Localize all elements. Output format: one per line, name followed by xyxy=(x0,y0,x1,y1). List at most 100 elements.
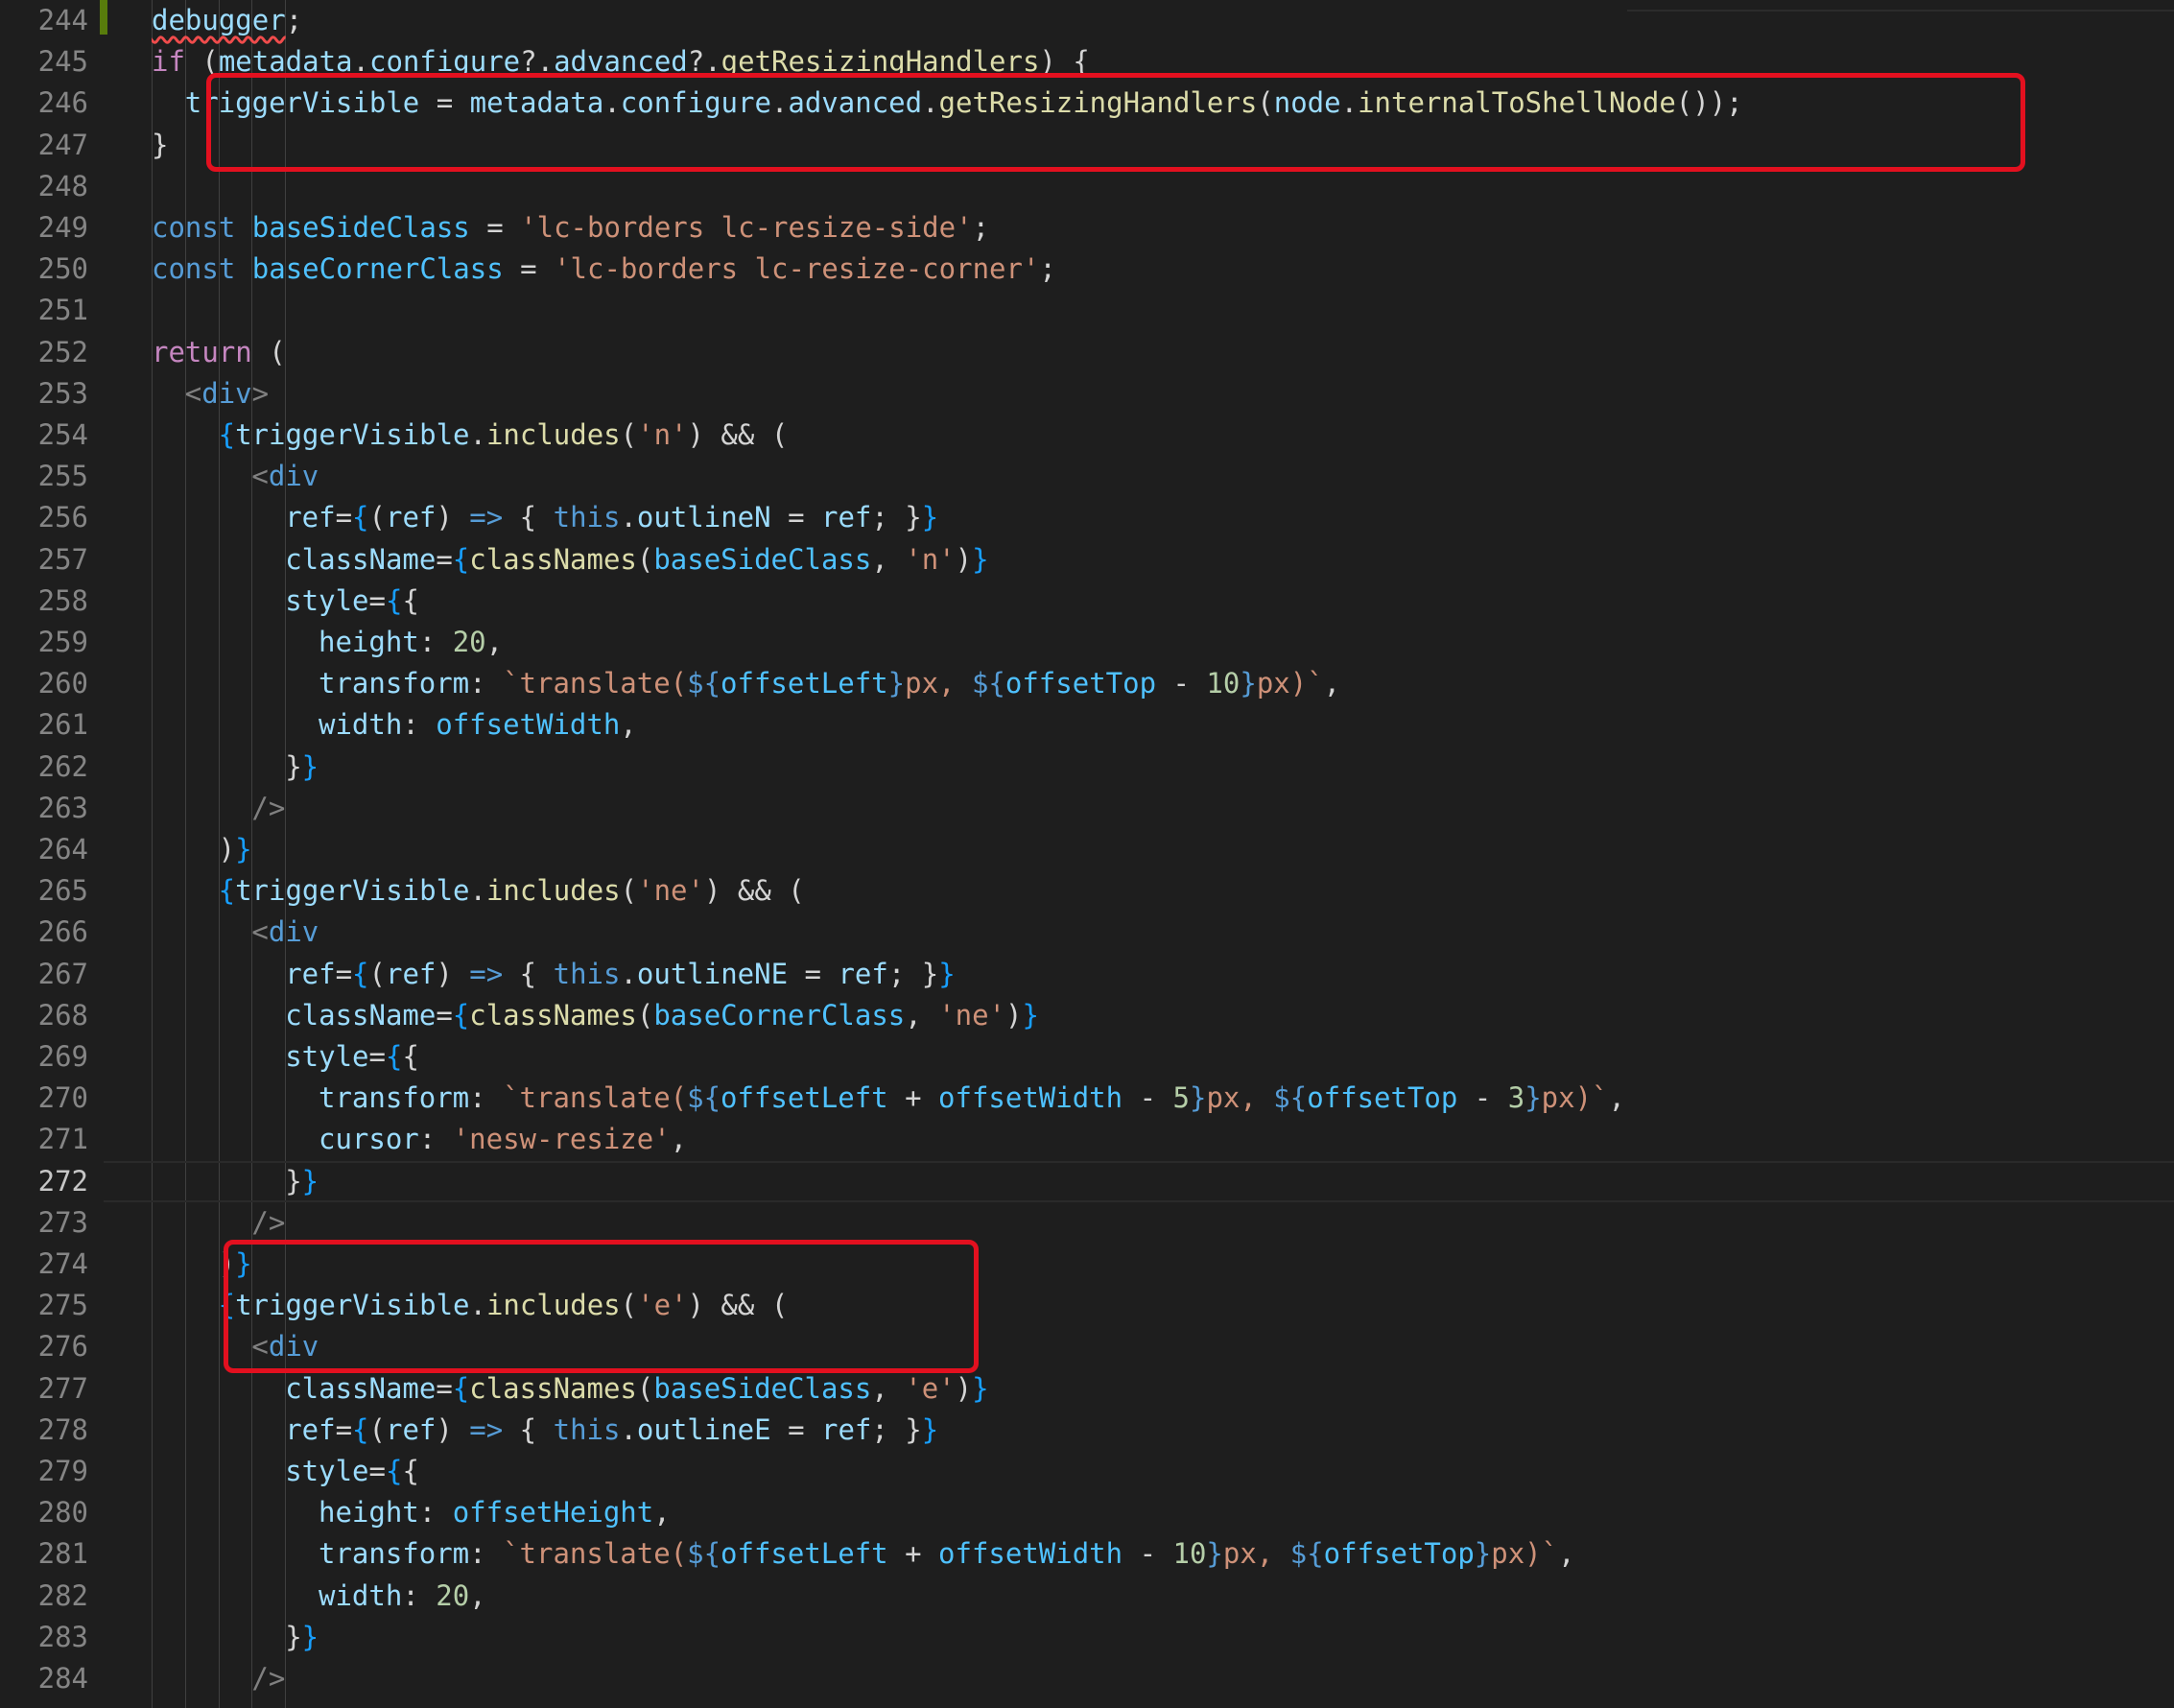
code-token: transform xyxy=(319,667,470,700)
code-line[interactable]: {triggerVisible.includes('ne') && ( xyxy=(152,870,2174,912)
code-token: ${ xyxy=(687,667,721,700)
code-token: + xyxy=(887,1081,939,1115)
line-number[interactable]: 261 xyxy=(0,704,88,746)
code-token: , xyxy=(670,1123,688,1156)
code-token: ref xyxy=(385,1412,437,1446)
code-line[interactable]: const baseSideClass = 'lc-borders lc-res… xyxy=(152,207,2174,249)
line-number[interactable]: 282 xyxy=(0,1576,88,1617)
code-token: ref xyxy=(385,501,437,534)
code-line[interactable]: return ( xyxy=(152,332,2174,373)
line-number[interactable]: 270 xyxy=(0,1078,88,1119)
code-line[interactable]: height: 20, xyxy=(152,622,2174,663)
code-token: 3 xyxy=(1507,1081,1525,1115)
line-number[interactable]: 277 xyxy=(0,1368,88,1410)
code-line[interactable]: <div> xyxy=(152,373,2174,415)
code-line[interactable]: width: 20, xyxy=(152,1576,2174,1617)
line-number[interactable]: 251 xyxy=(0,290,88,331)
code-token: `translate( xyxy=(503,1537,688,1571)
code-token: /> xyxy=(251,1662,286,1695)
code-area[interactable]: debugger; if (metadata.configure?.advance… xyxy=(104,0,2174,1708)
code-token: classNames xyxy=(469,1371,637,1405)
code-line[interactable]: height: offsetHeight, xyxy=(152,1492,2174,1533)
line-number[interactable]: 257 xyxy=(0,539,88,581)
line-number[interactable]: 266 xyxy=(0,912,88,953)
line-number[interactable]: 248 xyxy=(0,166,88,207)
code-line[interactable]: /> xyxy=(152,788,2174,829)
line-number[interactable]: 244 xyxy=(0,0,88,41)
line-number-gutter[interactable]: 244 245 246 247 248 249 250 251 252 253 254 255 256 2… xyxy=(0,0,125,1708)
code-line[interactable] xyxy=(152,166,2174,207)
line-number[interactable]: 278 xyxy=(0,1410,88,1451)
code-line[interactable]: )} xyxy=(152,829,2174,870)
code-line[interactable]: <div xyxy=(152,912,2174,953)
code-line[interactable]: style={{ xyxy=(152,581,2174,622)
line-number[interactable]: 284 xyxy=(0,1658,88,1699)
line-number[interactable]: 280 xyxy=(0,1492,88,1533)
code-line[interactable]: /> xyxy=(152,1202,2174,1244)
line-number[interactable]: 262 xyxy=(0,747,88,788)
line-number[interactable]: 271 xyxy=(0,1119,88,1160)
code-line[interactable]: style={{ xyxy=(152,1036,2174,1078)
line-number[interactable]: 247 xyxy=(0,125,88,166)
code-token: `translate( xyxy=(503,1081,688,1115)
code-line[interactable]: className={classNames(baseSideClass, 'n'… xyxy=(152,539,2174,581)
code-token: this xyxy=(553,501,621,534)
line-number[interactable]: 275 xyxy=(0,1285,88,1326)
code-line[interactable]: <div xyxy=(152,456,2174,497)
line-number[interactable]: 263 xyxy=(0,788,88,829)
code-line[interactable]: style={{ xyxy=(152,1451,2174,1492)
code-line[interactable]: transform: `translate(${offsetLeft + off… xyxy=(152,1533,2174,1575)
code-line[interactable]: className={classNames(baseSideClass, 'e'… xyxy=(152,1368,2174,1410)
line-number[interactable]: 249 xyxy=(0,207,88,249)
code-line[interactable]: ref={(ref) => { this.outlineE = ref; }} xyxy=(152,1410,2174,1451)
line-number[interactable]: 279 xyxy=(0,1451,88,1492)
code-token: transform xyxy=(319,1537,470,1571)
line-number[interactable]: 260 xyxy=(0,663,88,704)
line-number[interactable]: 272 xyxy=(0,1161,88,1202)
line-number[interactable]: 269 xyxy=(0,1036,88,1078)
code-token: : xyxy=(402,708,437,742)
code-line[interactable]: debugger; xyxy=(152,0,2174,41)
line-number[interactable]: 259 xyxy=(0,622,88,663)
code-line[interactable]: width: offsetWidth, xyxy=(152,704,2174,746)
line-number[interactable]: 256 xyxy=(0,497,88,538)
code-token: div xyxy=(268,915,319,949)
code-editor[interactable]: 244 245 246 247 248 249 250 251 252 253 254 255 256 2… xyxy=(0,0,2174,1708)
line-number[interactable]: 258 xyxy=(0,581,88,622)
code-token: 'n' xyxy=(637,418,688,451)
line-number[interactable]: 245 xyxy=(0,41,88,83)
line-number[interactable]: 250 xyxy=(0,249,88,290)
code-line[interactable]: {triggerVisible.includes('n') && ( xyxy=(152,415,2174,456)
line-number[interactable]: 268 xyxy=(0,995,88,1036)
code-line[interactable]: const baseCornerClass = 'lc-borders lc-r… xyxy=(152,249,2174,290)
line-number[interactable]: 265 xyxy=(0,870,88,912)
code-line[interactable]: }} xyxy=(104,1160,2174,1202)
line-number[interactable]: 281 xyxy=(0,1533,88,1575)
line-number[interactable]: 246 xyxy=(0,83,88,124)
code-line[interactable]: className={classNames(baseCornerClass, '… xyxy=(152,995,2174,1036)
code-token: ( xyxy=(368,501,386,534)
code-line[interactable]: transform: `translate(${offsetLeft}px, $… xyxy=(152,663,2174,704)
line-number[interactable]: 255 xyxy=(0,456,88,497)
code-line[interactable]: cursor: 'nesw-resize', xyxy=(152,1119,2174,1160)
line-number[interactable]: 276 xyxy=(0,1326,88,1367)
code-token: : xyxy=(418,1496,453,1530)
code-line[interactable]: }} xyxy=(152,747,2174,788)
code-line[interactable]: transform: `translate(${offsetLeft + off… xyxy=(152,1078,2174,1119)
line-number[interactable]: 283 xyxy=(0,1617,88,1658)
code-line[interactable]: ref={(ref) => { this.outlineN = ref; }} xyxy=(152,497,2174,538)
line-number[interactable]: 254 xyxy=(0,415,88,456)
line-number[interactable]: 264 xyxy=(0,829,88,870)
line-number[interactable]: 267 xyxy=(0,954,88,995)
code-token: ref xyxy=(821,1412,872,1446)
line-number[interactable]: 253 xyxy=(0,373,88,415)
code-line[interactable] xyxy=(152,290,2174,331)
code-line[interactable]: ref={(ref) => { this.outlineNE = ref; }} xyxy=(152,954,2174,995)
line-number[interactable]: 273 xyxy=(0,1202,88,1244)
code-token: 'nesw-resize' xyxy=(452,1123,671,1156)
line-number[interactable]: 252 xyxy=(0,332,88,373)
code-line[interactable]: /> xyxy=(152,1658,2174,1699)
code-line[interactable]: }} xyxy=(152,1617,2174,1658)
line-number[interactable]: 274 xyxy=(0,1244,88,1285)
code-token: 5 xyxy=(1172,1081,1190,1115)
